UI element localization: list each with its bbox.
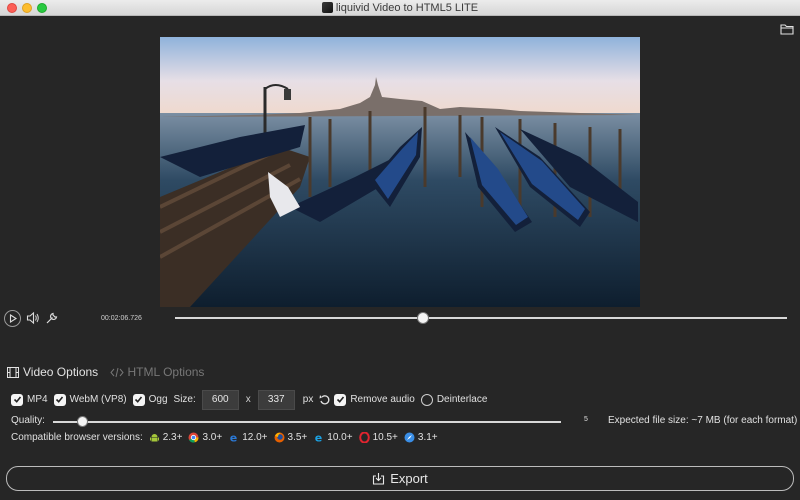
settings-button[interactable] bbox=[45, 311, 59, 325]
mp4-checkbox[interactable] bbox=[11, 393, 23, 406]
size-label: Size: bbox=[173, 394, 196, 405]
checkmark-icon bbox=[13, 396, 21, 403]
format-options-row: MP4 WebM (VP8) Ogg Size: x px Remove aud… bbox=[11, 389, 493, 410]
browser-version: 10.0+ bbox=[327, 432, 353, 443]
webm-label: WebM (VP8) bbox=[69, 394, 127, 405]
volume-button[interactable] bbox=[26, 311, 40, 325]
ie-icon: e bbox=[230, 432, 237, 443]
remove-audio-checkbox[interactable] bbox=[334, 393, 347, 406]
height-input[interactable] bbox=[257, 389, 295, 410]
reset-size-icon[interactable] bbox=[319, 394, 331, 406]
export-icon bbox=[373, 473, 385, 485]
wrench-icon bbox=[46, 312, 58, 324]
window-title-wrap: liquivid Video to HTML5 LITE bbox=[0, 1, 800, 15]
tab-video-options[interactable]: Video Options bbox=[7, 365, 98, 379]
tab-html-options-label: HTML Options bbox=[127, 365, 205, 379]
quality-slider[interactable] bbox=[53, 421, 561, 423]
expected-size-label: Expected file size: bbox=[608, 415, 689, 426]
expected-size-note: (for each format) bbox=[723, 415, 798, 426]
play-icon bbox=[9, 313, 18, 324]
deinterlace-checkbox[interactable] bbox=[420, 393, 433, 406]
film-icon bbox=[7, 366, 19, 378]
checkmark-icon bbox=[55, 396, 64, 403]
ogg-checkbox[interactable] bbox=[132, 393, 145, 406]
width-input[interactable] bbox=[201, 389, 239, 410]
browser-version: 3.1+ bbox=[417, 432, 438, 443]
code-icon bbox=[109, 367, 124, 377]
chrome-icon bbox=[188, 432, 199, 443]
size-separator: x bbox=[245, 394, 251, 405]
px-label: px bbox=[302, 394, 314, 405]
checkmark-icon bbox=[135, 396, 143, 403]
android-icon bbox=[149, 434, 159, 442]
play-button[interactable] bbox=[4, 310, 21, 327]
seek-bar[interactable] bbox=[175, 317, 787, 319]
expected-size-value: ~7 MB bbox=[691, 415, 721, 426]
browser-compat-row: Compatible browser versions: 2.3+ 3.0+ e… bbox=[11, 432, 438, 443]
remove-audio-label: Remove audio bbox=[350, 394, 415, 405]
opera-icon bbox=[358, 432, 370, 443]
safari-icon bbox=[404, 432, 415, 443]
browser-version: 3.5+ bbox=[287, 432, 308, 443]
deinterlace-label: Deinterlace bbox=[436, 394, 488, 405]
mp4-label: MP4 bbox=[27, 394, 48, 405]
browser-version: 2.3+ bbox=[162, 432, 183, 443]
ie-icon: e bbox=[315, 432, 322, 443]
firefox-icon bbox=[274, 432, 285, 443]
timecode: 00:02:06.726 bbox=[101, 315, 142, 322]
window-title: liquivid Video to HTML5 LITE bbox=[335, 2, 479, 14]
browser-compat-label: Compatible browser versions: bbox=[11, 432, 143, 443]
browser-version: 3.0+ bbox=[202, 432, 223, 443]
quality-row: Quality: 5 Expected file size: ~7 MB (fo… bbox=[11, 415, 797, 427]
video-preview[interactable] bbox=[160, 37, 640, 307]
ogg-label: Ogg bbox=[148, 394, 168, 405]
folder-icon bbox=[780, 24, 794, 35]
quality-slider-handle[interactable] bbox=[77, 416, 89, 427]
options-tabs: Video Options HTML Options bbox=[7, 365, 212, 381]
checkmark-icon bbox=[336, 396, 344, 403]
export-button[interactable]: Export bbox=[6, 466, 794, 491]
svg-text:e: e bbox=[230, 432, 237, 443]
tab-video-options-label: Video Options bbox=[23, 365, 99, 379]
title-bar: liquivid Video to HTML5 LITE bbox=[0, 0, 800, 16]
speaker-icon bbox=[26, 311, 39, 325]
svg-text:e: e bbox=[315, 432, 322, 443]
browser-version: 10.5+ bbox=[372, 432, 398, 443]
export-label: Export bbox=[390, 471, 428, 486]
quality-label: Quality: bbox=[11, 415, 45, 426]
tab-html-options[interactable]: HTML Options bbox=[109, 365, 205, 379]
video-frame bbox=[160, 37, 640, 307]
browser-version: 12.0+ bbox=[242, 432, 268, 443]
quality-value: 5 bbox=[584, 416, 588, 423]
open-folder-button[interactable] bbox=[780, 22, 794, 35]
expected-file-size: Expected file size: ~7 MB (for each form… bbox=[608, 415, 797, 426]
seek-handle[interactable] bbox=[416, 312, 429, 324]
app-icon bbox=[321, 2, 333, 13]
webm-checkbox[interactable] bbox=[53, 393, 66, 406]
